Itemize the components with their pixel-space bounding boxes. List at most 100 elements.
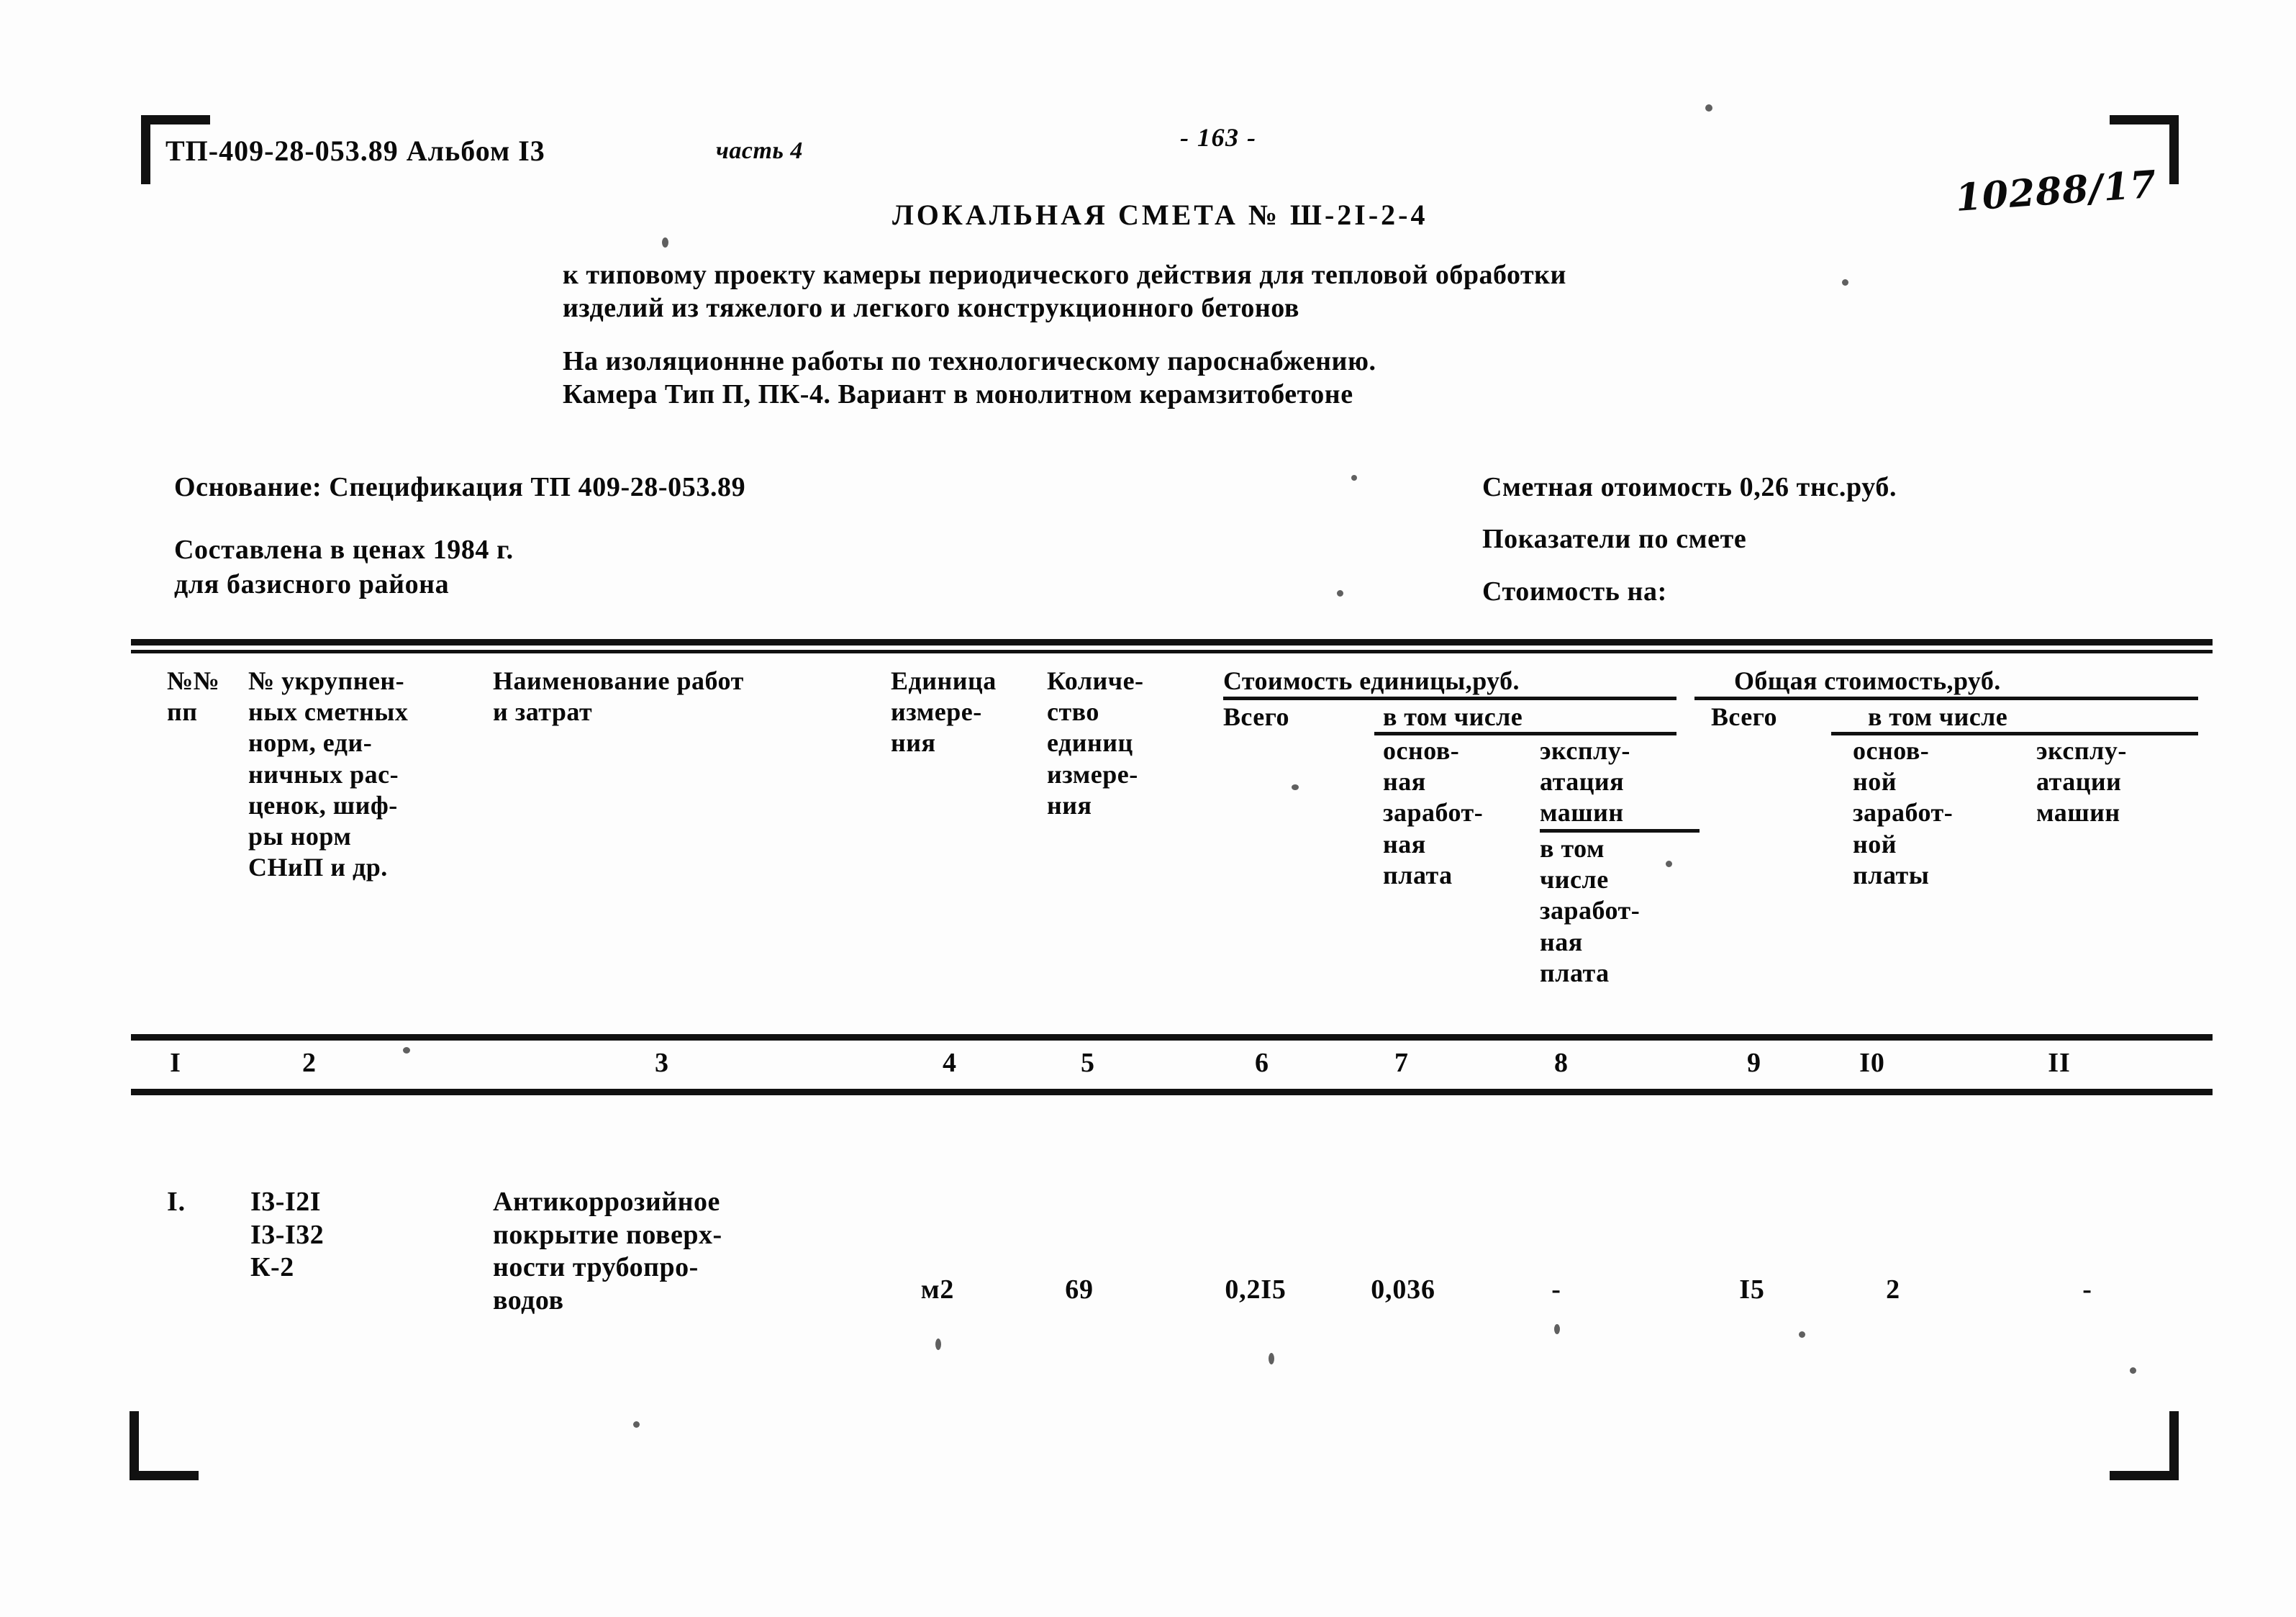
document-page: ТП-409-28-053.89 Альбом I3 часть 4 - 163… [0, 0, 2296, 1617]
archive-stamp-number: 10288/17 [1954, 162, 2159, 221]
scan-speck [1554, 1324, 1560, 1334]
colnum-8: 8 [1554, 1048, 1569, 1078]
row-1-total-machines: - [2082, 1274, 2092, 1305]
cost-on-line: Стоимость на: [1482, 576, 1667, 607]
th-col8-sub-line-1: в том [1540, 834, 1605, 863]
th-col8: эксплу- атация машин [1540, 735, 1630, 829]
th-col7-line-1: основ- [1383, 736, 1460, 765]
colnum-6: 6 [1255, 1048, 1269, 1078]
th-col2-line-1: № укрупнен- [248, 666, 405, 695]
th-col8-sub-line-3: заработ- [1540, 896, 1641, 925]
th-col8-line-1: эксплу- [1540, 736, 1630, 765]
th-col2-line-5: ценок, шиф- [248, 790, 398, 820]
th-col8-sub: в том числе заработ- ная плата [1540, 833, 1640, 989]
th-col5-line-3: единиц [1047, 728, 1133, 758]
subtitle-line-2: изделий из тяжелого и легкого конструкци… [563, 292, 1299, 323]
estimate-cost-line: Сметная отоимость 0,26 тнс.руб. [1482, 472, 1897, 502]
row-1-description: Антикоррозийное покрытие поверх- ности т… [493, 1186, 722, 1317]
document-part-label: часть 4 [716, 137, 803, 164]
th-col5-line-2: ство [1047, 697, 1099, 727]
th-col4-line-1: Единица [891, 666, 997, 695]
th-col2-line-4: ничных рас- [248, 759, 399, 789]
scan-speck [1269, 1353, 1274, 1364]
th-group-total-cost-underline [1694, 697, 2198, 700]
th-col11-line-1: эксплу- [2036, 736, 2127, 765]
colnum-7: 7 [1394, 1048, 1409, 1078]
th-col5-line-4: измере- [1047, 759, 1138, 789]
subtitle-line-1: к типовому проекту камеры периодического… [563, 260, 1566, 290]
table-top-rule-2 [131, 650, 2213, 653]
scan-speck [1292, 784, 1299, 790]
th-col10-line-5: платы [1853, 860, 1930, 889]
scope-line-2: Камера Тип П, ПК-4. Вариант в монолитном… [563, 379, 1353, 409]
th-col7: основ- ная заработ- ная плата [1383, 735, 1483, 891]
corner-mark-bottom-left [130, 1411, 199, 1480]
row-1-description-line-3: ности трубопро- [493, 1252, 699, 1283]
row-1-description-line-4: водов [493, 1285, 564, 1315]
scan-speck [1842, 279, 1848, 286]
th-col11-line-3: машин [2036, 798, 2120, 828]
colnum-5: 5 [1081, 1048, 1095, 1078]
row-1-unit: м2 [920, 1274, 955, 1305]
th-col4: Единица измере- ния [891, 666, 997, 759]
th-col10: основ- ной заработ- ной платы [1853, 735, 1953, 891]
scan-speck [633, 1421, 640, 1428]
th-col10-line-1: основ- [1853, 736, 1930, 765]
th-col4-line-2: измере- [891, 697, 982, 727]
scan-speck [403, 1047, 410, 1054]
th-col7-line-4: ная [1383, 829, 1426, 859]
project-subtitle: к типовому проекту камеры периодического… [563, 259, 1566, 325]
th-col10-line-3: заработ- [1853, 798, 1954, 828]
th-col9-total: Всего [1711, 702, 1777, 731]
table-colnum-bottom-rule [131, 1089, 2213, 1095]
th-col4-line-3: ния [891, 728, 936, 758]
th-col3-line-2: и затрат [493, 697, 593, 727]
th-col2-line-2: ных сметных [248, 697, 409, 727]
scan-speck [1351, 475, 1357, 481]
colnum-9: 9 [1747, 1048, 1761, 1078]
row-1-description-line-1: Антикоррозийное [493, 1187, 720, 1217]
page-number: - 163 - [1180, 123, 1257, 152]
row-1-total: I5 [1739, 1274, 1765, 1305]
th-col10-line-2: ной [1853, 767, 1897, 797]
th-group-total-cost: Общая стоимость,руб. [1734, 666, 2001, 695]
scan-speck [1705, 104, 1712, 112]
th-col7-line-2: ная [1383, 767, 1426, 797]
table-colnum-top-rule [131, 1034, 2213, 1041]
scan-speck [2130, 1367, 2136, 1374]
th-total-included: в том числе [1868, 702, 2008, 731]
colnum-3: 3 [655, 1048, 669, 1078]
scope-line-1: На изоляционнне работы по технологическо… [563, 346, 1376, 376]
base-region-line: для базисного района [174, 569, 450, 599]
scan-speck [1666, 861, 1672, 867]
row-1-number: I. [167, 1187, 186, 1217]
row-1-norm-code-3: К-2 [250, 1252, 294, 1283]
th-col6-total: Всего [1223, 702, 1289, 731]
th-col7-line-5: плата [1383, 860, 1453, 889]
row-1-norm-code-1: I3-I2I [250, 1187, 322, 1217]
th-col1: №№ пп [167, 666, 219, 728]
th-col8-sub-line-4: ная [1540, 927, 1583, 956]
work-scope: На изоляционнне работы по технологическо… [563, 345, 1376, 411]
colnum-11: II [2048, 1048, 2071, 1078]
row-1-unit-machines: - [1551, 1274, 1561, 1305]
row-1-quantity: 69 [1065, 1274, 1094, 1305]
th-col8-sub-line-5: плата [1540, 958, 1610, 987]
colnum-2: 2 [302, 1048, 317, 1078]
colnum-1: I [170, 1048, 181, 1078]
th-col7-line-3: заработ- [1383, 798, 1484, 828]
row-1-unit-total: 0,2I5 [1225, 1274, 1287, 1305]
colnum-4: 4 [943, 1048, 957, 1078]
basis-line: Основание: Спецификация ТП 409-28-053.89 [174, 472, 746, 502]
th-col8-line-3: машин [1540, 798, 1624, 828]
price-year-line: Составлена в ценах 1984 г. [174, 535, 514, 565]
th-col5-line-5: ния [1047, 790, 1092, 820]
th-unit-included: в том числе [1383, 702, 1523, 731]
colnum-10: I0 [1859, 1048, 1885, 1078]
th-col3-line-1: Наименование работ [493, 666, 744, 695]
th-col8-sub-line-2: числе [1540, 865, 1609, 894]
th-group-unit-cost: Стоимость единицы,руб. [1223, 666, 1520, 695]
row-1-unit-basic-wage: 0,036 [1371, 1274, 1435, 1305]
th-col2-line-3: норм, еди- [248, 728, 373, 758]
scan-speck [1337, 590, 1343, 597]
